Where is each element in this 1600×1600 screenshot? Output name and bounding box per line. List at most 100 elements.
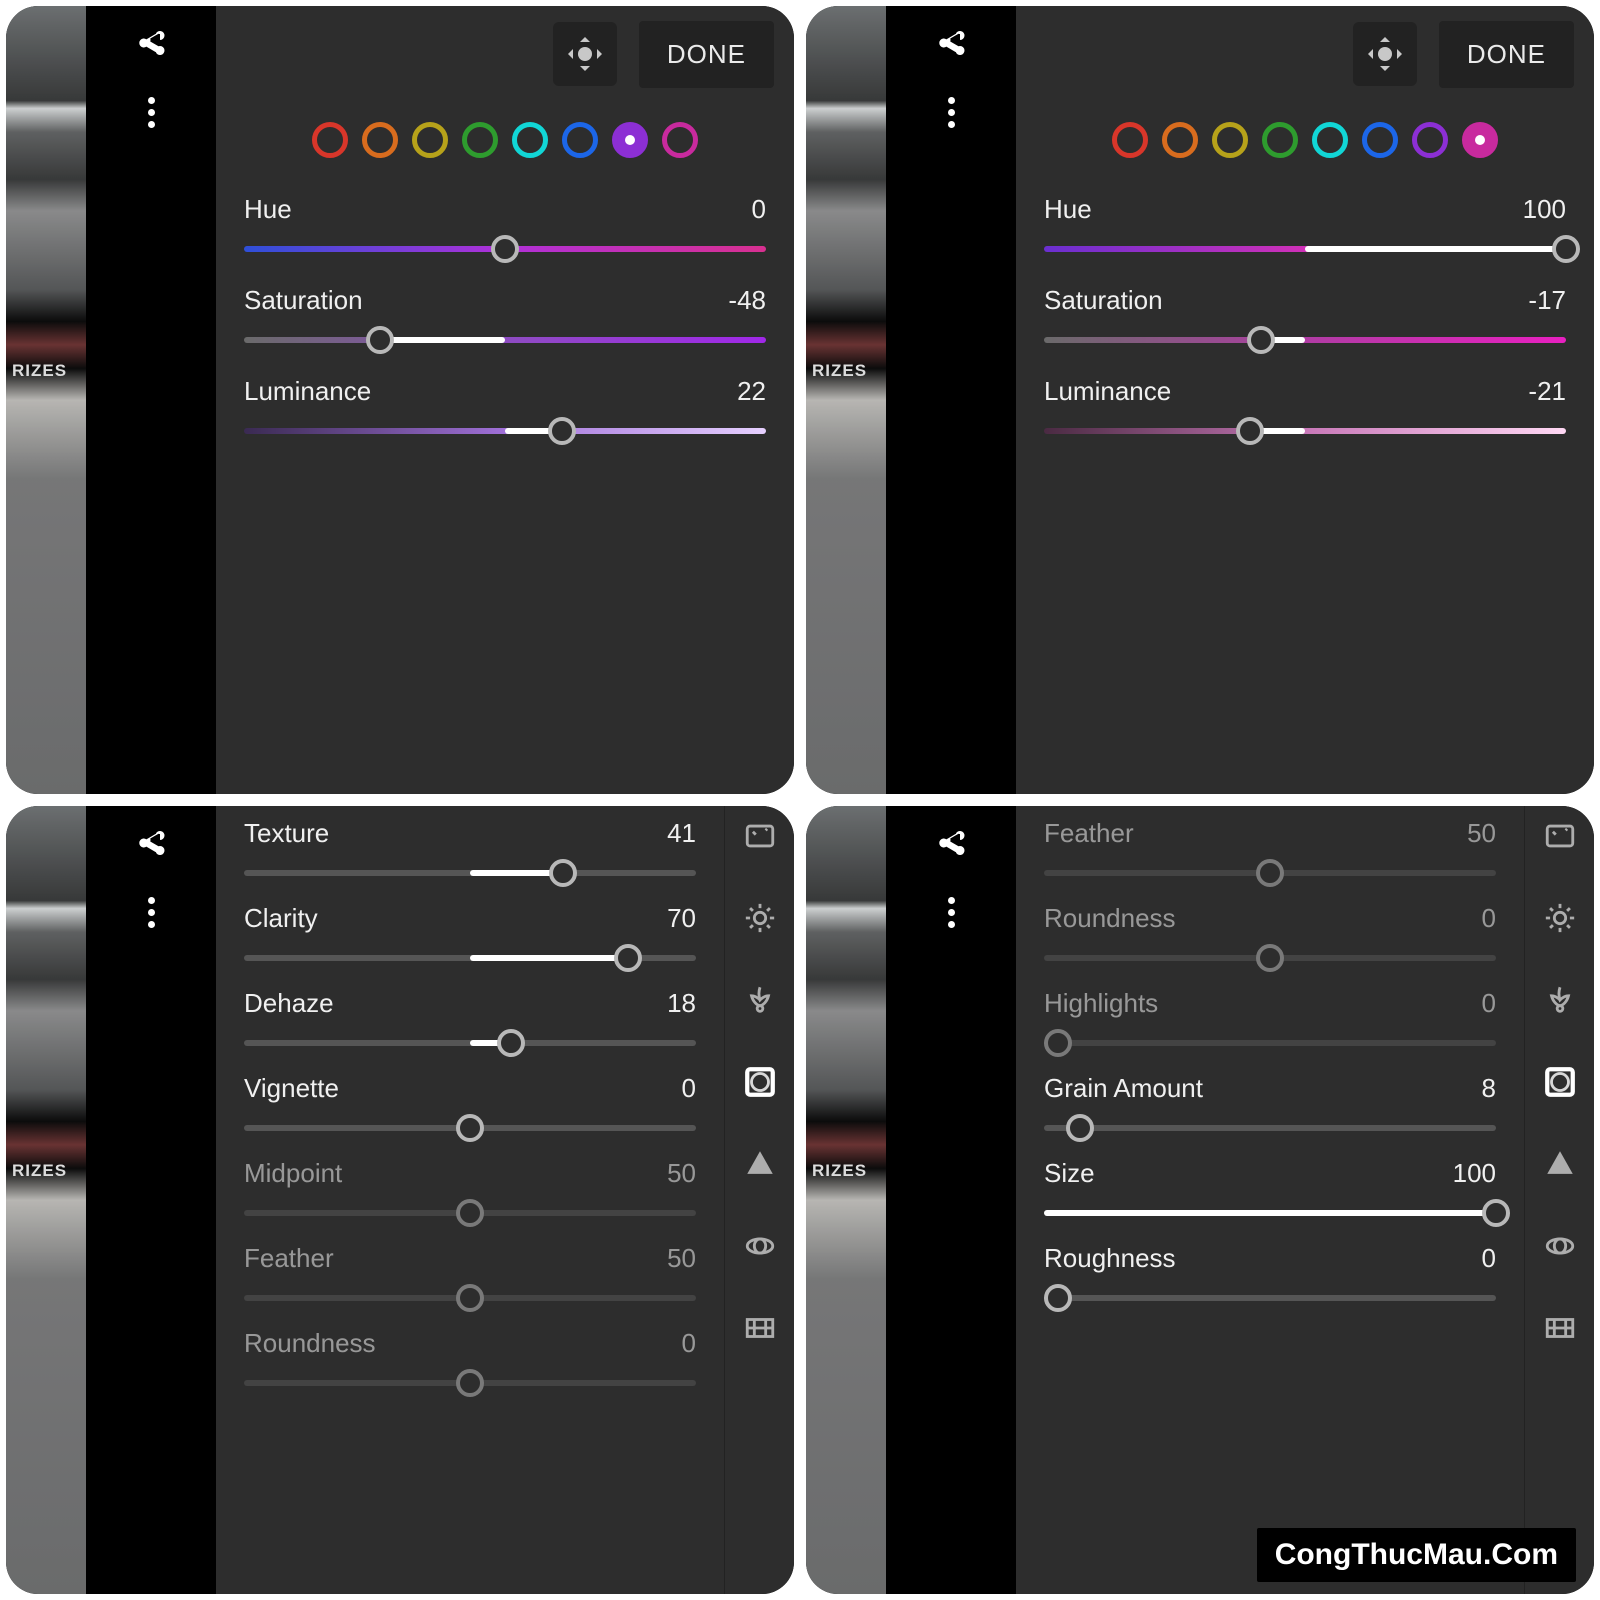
share-icon[interactable] [933, 828, 969, 869]
slider-thumb[interactable] [1236, 417, 1264, 445]
swatch-red[interactable] [1112, 122, 1148, 158]
slider-thumb[interactable] [456, 1369, 484, 1397]
color-swatch-row [216, 96, 794, 188]
more-icon[interactable] [948, 97, 955, 128]
slider-thumb[interactable] [1044, 1029, 1072, 1057]
swatch-green[interactable] [1262, 122, 1298, 158]
share-icon[interactable] [133, 28, 169, 69]
slider-value: 0 [1482, 903, 1496, 934]
swatch-aqua[interactable] [512, 122, 548, 158]
slider-thumb[interactable] [614, 944, 642, 972]
swatch-orange[interactable] [362, 122, 398, 158]
share-icon[interactable] [133, 828, 169, 869]
slider-thumb[interactable] [456, 1114, 484, 1142]
slider-thumb[interactable] [1256, 944, 1284, 972]
slider-midpoint[interactable]: Midpoint50 [244, 1158, 696, 1225]
move-handle[interactable] [1353, 22, 1417, 86]
slider-label: Clarity [244, 903, 318, 934]
slider-value: 100 [1523, 194, 1566, 225]
tool-detail-icon[interactable] [1540, 1144, 1580, 1184]
move-handle[interactable] [553, 22, 617, 86]
tool-auto-icon[interactable] [740, 816, 780, 856]
tool-light-icon[interactable] [740, 898, 780, 938]
slider-value: 100 [1453, 1158, 1496, 1189]
tool-effects-icon[interactable] [740, 1062, 780, 1102]
swatch-red[interactable] [312, 122, 348, 158]
more-icon[interactable] [148, 97, 155, 128]
pane-effects: Texture41Clarity70Dehaze18Vignette0Midpo… [6, 806, 794, 1594]
more-icon[interactable] [948, 897, 955, 928]
slider-luminance[interactable]: Luminance22 [244, 376, 766, 443]
tool-color-icon[interactable] [1540, 980, 1580, 1020]
slider-label: Hue [1044, 194, 1092, 225]
tool-effects-icon[interactable] [1540, 1062, 1580, 1102]
tool-geometry-icon[interactable] [740, 1308, 780, 1348]
swatch-magenta[interactable] [1462, 122, 1498, 158]
swatch-blue[interactable] [1362, 122, 1398, 158]
slider-thumb[interactable] [491, 235, 519, 263]
slider-clarity[interactable]: Clarity70 [244, 903, 696, 970]
done-button[interactable]: DONE [639, 21, 774, 88]
slider-thumb[interactable] [1552, 235, 1580, 263]
done-button[interactable]: DONE [1439, 21, 1574, 88]
slider-roughness[interactable]: Roughness0 [1044, 1243, 1496, 1310]
tool-geometry-icon[interactable] [1540, 1308, 1580, 1348]
slider-size[interactable]: Size100 [1044, 1158, 1496, 1225]
slider-saturation[interactable]: Saturation-48 [244, 285, 766, 352]
slider-thumb[interactable] [1044, 1284, 1072, 1312]
slider-value: 0 [682, 1328, 696, 1359]
slider-hue[interactable]: Hue 100 [1044, 194, 1566, 261]
swatch-green[interactable] [462, 122, 498, 158]
slider-vignette[interactable]: Vignette0 [244, 1073, 696, 1140]
slider-value: 18 [667, 988, 696, 1019]
slider-value: -48 [728, 285, 766, 316]
slider-roundness[interactable]: Roundness0 [244, 1328, 696, 1395]
slider-value: 0 [1482, 988, 1496, 1019]
tool-color-icon[interactable] [740, 980, 780, 1020]
slider-dehaze[interactable]: Dehaze18 [244, 988, 696, 1055]
swatch-yellow[interactable] [1212, 122, 1248, 158]
swatch-magenta[interactable] [662, 122, 698, 158]
swatch-yellow[interactable] [412, 122, 448, 158]
swatch-purple[interactable] [1412, 122, 1448, 158]
swatch-purple[interactable] [612, 122, 648, 158]
slider-hue[interactable]: Hue0 [244, 194, 766, 261]
slider-thumb[interactable] [456, 1284, 484, 1312]
more-icon[interactable] [148, 897, 155, 928]
edit-panel: Feather50 Roundness0 Highlights0 Grain Amou… [1016, 806, 1524, 1594]
slider-feather[interactable]: Feather50 [1044, 818, 1496, 885]
slider-feather[interactable]: Feather50 [244, 1243, 696, 1310]
slider-roundness[interactable]: Roundness0 [1044, 903, 1496, 970]
slider-thumb[interactable] [366, 326, 394, 354]
tool-detail-icon[interactable] [740, 1144, 780, 1184]
photo-preview [806, 806, 886, 1594]
swatch-blue[interactable] [562, 122, 598, 158]
slider-saturation[interactable]: Saturation-17 [1044, 285, 1566, 352]
slider-label: Roughness [1044, 1243, 1176, 1274]
slider-label: Vignette [244, 1073, 339, 1104]
slider-label: Texture [244, 818, 329, 849]
slider-thumb[interactable] [548, 417, 576, 445]
slider-thumb[interactable] [456, 1199, 484, 1227]
slider-texture[interactable]: Texture41 [244, 818, 696, 885]
swatch-orange[interactable] [1162, 122, 1198, 158]
slider-thumb[interactable] [1066, 1114, 1094, 1142]
tool-optics-icon[interactable] [1540, 1226, 1580, 1266]
slider-thumb[interactable] [497, 1029, 525, 1057]
pane-color-magenta: DONE Hue 100 Saturation-17 Luminance-21 [806, 6, 1594, 794]
share-icon[interactable] [933, 28, 969, 69]
slider-value: 50 [667, 1243, 696, 1274]
slider-thumb[interactable] [549, 859, 577, 887]
tool-optics-icon[interactable] [740, 1226, 780, 1266]
slider-thumb[interactable] [1482, 1199, 1510, 1227]
sliders-group: Hue 100 Saturation-17 Luminance-21 [1016, 188, 1594, 449]
slider-luminance[interactable]: Luminance-21 [1044, 376, 1566, 443]
slider-value: 8 [1482, 1073, 1496, 1104]
slider-thumb[interactable] [1247, 326, 1275, 354]
swatch-aqua[interactable] [1312, 122, 1348, 158]
tool-light-icon[interactable] [1540, 898, 1580, 938]
slider-grain-amount[interactable]: Grain Amount8 [1044, 1073, 1496, 1140]
tool-auto-icon[interactable] [1540, 816, 1580, 856]
slider-thumb[interactable] [1256, 859, 1284, 887]
slider-highlights[interactable]: Highlights0 [1044, 988, 1496, 1055]
